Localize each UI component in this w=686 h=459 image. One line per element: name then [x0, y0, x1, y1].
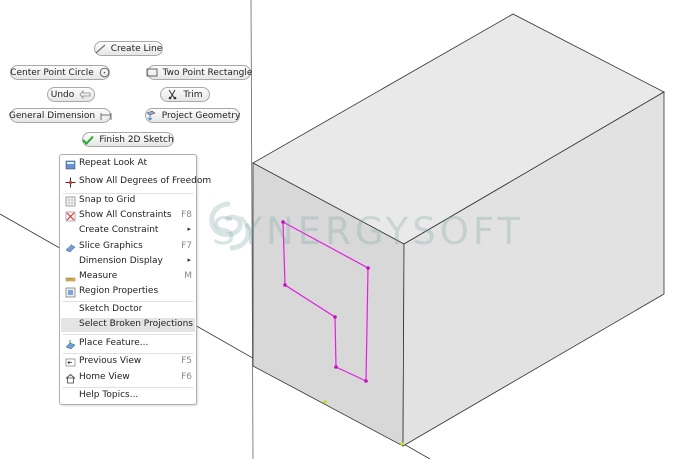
undo-arrow-icon	[79, 89, 91, 100]
menu-item-sketch-doctor[interactable]: Sketch Doctor	[61, 303, 195, 317]
menu-item-label: Dimension Display	[79, 256, 163, 266]
menu-item-label: Sketch Doctor	[79, 304, 143, 314]
menu-item-previous-view[interactable]: Previous View F5	[61, 355, 195, 369]
menu-separator	[63, 387, 193, 388]
finish-2d-sketch-label: Finish 2D Sketch	[99, 134, 174, 145]
sketch-point[interactable]	[333, 315, 337, 319]
submenu-arrow-icon: ▸	[187, 256, 191, 264]
menu-item-home-view[interactable]: Home View F6	[61, 371, 195, 385]
sketch-point[interactable]	[364, 379, 368, 383]
menu-item-show-all-constraints[interactable]: Show All Constraints F8	[61, 209, 195, 223]
degrees-of-freedom-icon	[64, 176, 76, 188]
menu-shortcut: F6	[181, 372, 192, 382]
slice-graphics-icon	[64, 241, 76, 253]
origin-point	[323, 400, 327, 404]
menu-item-label: Help Topics...	[79, 390, 139, 400]
circle-icon	[99, 67, 110, 78]
rectangle-icon	[146, 67, 158, 78]
menu-item-dimension-display[interactable]: Dimension Display ▸	[61, 255, 195, 269]
trim-scissors-icon	[167, 89, 178, 100]
previous-view-icon	[64, 356, 76, 368]
menu-separator	[63, 353, 193, 354]
line-icon	[95, 43, 106, 54]
menu-item-measure[interactable]: Measure M	[61, 270, 195, 284]
menu-shortcut: F5	[181, 356, 192, 366]
sketch-point[interactable]	[366, 266, 370, 270]
create-line-label: Create Line	[110, 43, 163, 54]
sketch-point[interactable]	[283, 283, 287, 287]
menu-item-label: Show All Constraints	[79, 210, 172, 220]
menu-shortcut: M	[184, 271, 192, 281]
two-point-rectangle-button[interactable]: Two Point Rectangle	[146, 65, 253, 80]
menu-separator	[63, 301, 193, 302]
menu-item-label: Place Feature...	[79, 338, 149, 348]
menu-item-label: Home View	[79, 372, 130, 382]
menu-item-show-all-degrees-of-freedom[interactable]: Show All Degrees of Freedom	[61, 175, 211, 189]
sketch-point[interactable]	[281, 220, 285, 224]
menu-item-label: Show All Degrees of Freedom	[79, 176, 212, 186]
menu-item-label: Previous View	[79, 356, 142, 366]
project-geometry-button[interactable]: Project Geometry	[145, 108, 240, 123]
menu-item-slice-graphics[interactable]: Slice Graphics F7	[61, 240, 195, 254]
menu-shortcut: F8	[181, 210, 192, 220]
submenu-arrow-icon: ▸	[187, 225, 191, 233]
menu-item-label: Snap to Grid	[79, 195, 136, 205]
menu-item-label: Slice Graphics	[79, 241, 143, 251]
menu-item-label: Repeat Look At	[79, 158, 148, 168]
undo-button[interactable]: Undo	[47, 87, 95, 102]
project-geometry-icon	[145, 110, 157, 121]
undo-label: Undo	[50, 89, 75, 100]
menu-item-label: Create Constraint	[79, 225, 159, 235]
region-properties-icon	[64, 286, 76, 298]
repeat-look-at-icon	[64, 158, 76, 170]
origin-point	[400, 442, 404, 446]
menu-item-label: Region Properties	[79, 286, 159, 296]
create-line-button[interactable]: Create Line	[94, 41, 163, 56]
snap-grid-icon	[64, 195, 76, 207]
context-menu: Repeat Look At Show All Degrees of Freed…	[59, 154, 211, 405]
general-dimension-button[interactable]: General Dimension	[8, 108, 112, 123]
menu-item-help-topics[interactable]: Help Topics...	[61, 389, 195, 403]
menu-item-label: Select Broken Projections	[79, 319, 193, 329]
menu-item-create-constraint[interactable]: Create Constraint ▸	[61, 224, 195, 238]
checkmark-icon	[82, 134, 95, 145]
menu-item-place-feature[interactable]: Place Feature...	[61, 337, 195, 351]
project-geometry-label: Project Geometry	[161, 110, 241, 121]
menu-shortcut: F7	[181, 241, 192, 251]
center-point-circle-button[interactable]: Center Point Circle	[10, 65, 110, 80]
measure-icon	[64, 271, 76, 283]
menu-item-repeat-look-at[interactable]: Repeat Look At	[61, 157, 195, 171]
menu-item-select-broken-projections[interactable]: Select Broken Projections	[61, 318, 195, 332]
menu-separator	[63, 334, 193, 335]
menu-item-snap-to-grid[interactable]: Snap to Grid	[61, 194, 195, 208]
place-feature-icon	[64, 338, 76, 350]
two-point-rectangle-label: Two Point Rectangle	[162, 67, 253, 78]
sketch-point[interactable]	[334, 365, 338, 369]
dimension-icon	[100, 110, 112, 121]
general-dimension-label: General Dimension	[8, 110, 96, 121]
menu-item-label: Measure	[79, 271, 118, 281]
finish-2d-sketch-button[interactable]: Finish 2D Sketch	[82, 132, 174, 147]
constraints-icon	[64, 210, 76, 222]
menu-item-region-properties[interactable]: Region Properties	[61, 285, 195, 299]
trim-button[interactable]: Trim	[160, 87, 210, 102]
home-view-icon	[64, 372, 76, 384]
trim-label: Trim	[183, 89, 203, 100]
center-point-circle-label: Center Point Circle	[10, 67, 94, 78]
